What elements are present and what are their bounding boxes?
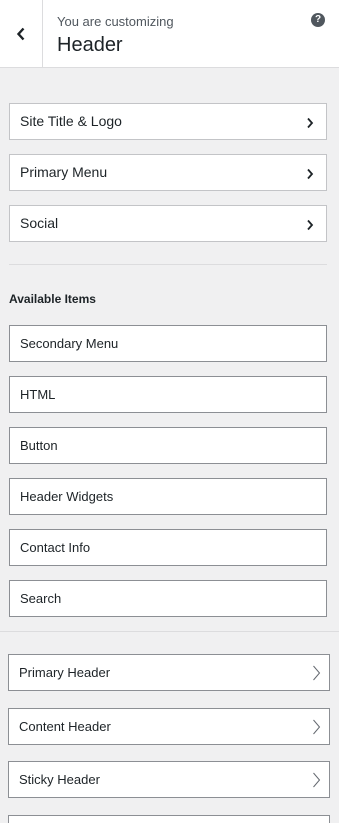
item-label: Button: [20, 438, 58, 453]
item-label: Contact Info: [20, 540, 91, 555]
section-label: Primary Header: [19, 665, 111, 680]
section-primary-menu[interactable]: Primary Menu: [9, 154, 327, 191]
available-item-secondary-menu[interactable]: Secondary Menu: [9, 325, 327, 362]
chevron-right-icon: [312, 665, 321, 686]
available-item-header-widgets[interactable]: Header Widgets: [9, 478, 327, 515]
divider: [9, 264, 327, 265]
section-label: Site Title & Logo: [20, 113, 122, 129]
item-label: Search: [20, 591, 62, 606]
available-items-heading: Available Items: [9, 292, 96, 306]
available-item-search[interactable]: Search: [9, 580, 327, 617]
available-item-contact-info[interactable]: Contact Info: [9, 529, 327, 566]
section-content-header[interactable]: Content Header: [8, 708, 330, 745]
section-sticky-header[interactable]: Sticky Header: [8, 761, 330, 798]
chevron-right-icon: [306, 167, 314, 185]
back-button[interactable]: [0, 0, 43, 68]
chevron-right-icon: [312, 772, 321, 793]
page-title: Header: [57, 34, 123, 56]
chevron-right-icon: [306, 116, 314, 134]
item-label: Header Widgets: [20, 489, 114, 504]
available-item-button[interactable]: Button: [9, 427, 327, 464]
divider: [0, 631, 339, 632]
section-partial[interactable]: [8, 815, 330, 823]
section-primary-header[interactable]: Primary Header: [8, 654, 330, 691]
section-label: Primary Menu: [20, 164, 108, 180]
chevron-right-icon: [312, 719, 321, 740]
customizer-header: You are customizing Header ?: [0, 0, 339, 68]
item-label: HTML: [20, 387, 56, 402]
chevron-left-icon: [16, 27, 26, 41]
question-circle-icon[interactable]: ?: [311, 13, 325, 27]
customizing-caption: You are customizing: [57, 14, 174, 29]
item-label: Secondary Menu: [20, 336, 119, 351]
section-label: Social: [20, 215, 59, 231]
section-label: Sticky Header: [19, 772, 100, 787]
section-social[interactable]: Social: [9, 205, 327, 242]
section-site-title-logo[interactable]: Site Title & Logo: [9, 103, 327, 140]
available-item-html[interactable]: HTML: [9, 376, 327, 413]
chevron-right-icon: [306, 218, 314, 236]
section-label: Content Header: [19, 719, 111, 734]
